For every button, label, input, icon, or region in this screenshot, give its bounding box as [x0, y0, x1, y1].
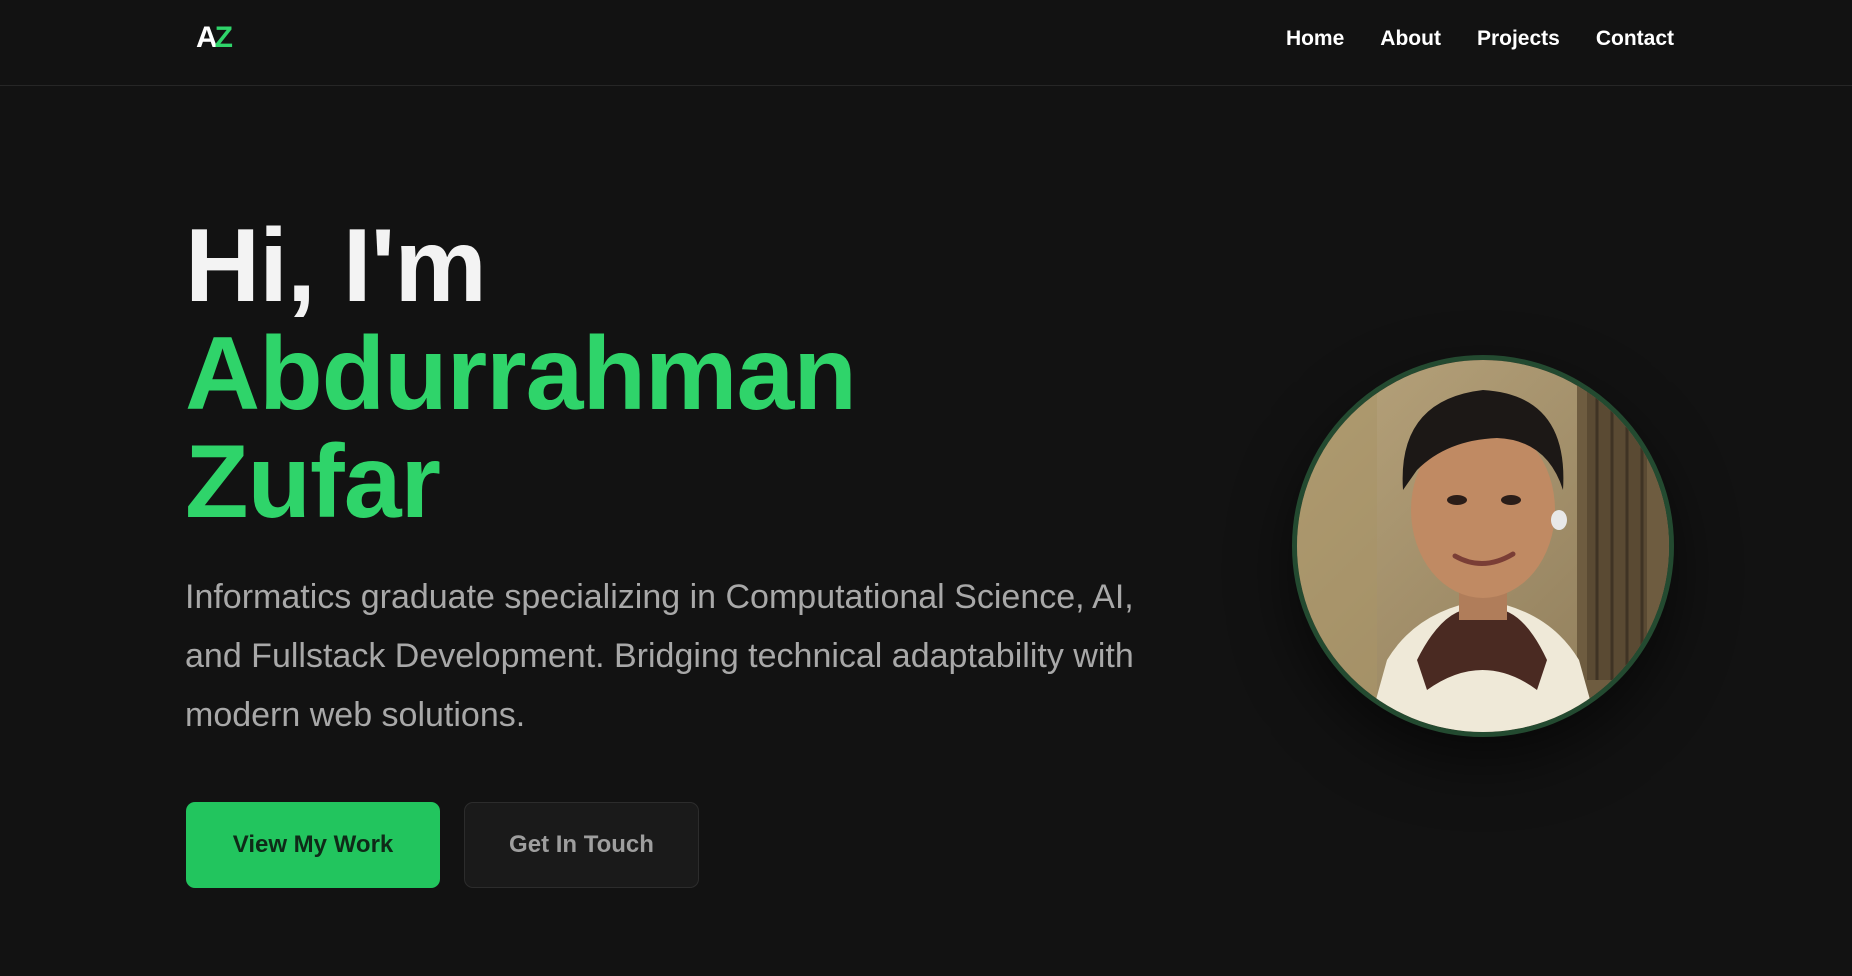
- nav-contact-link[interactable]: Contact: [1596, 24, 1674, 54]
- view-my-work-button[interactable]: View My Work: [186, 802, 440, 888]
- get-in-touch-button[interactable]: Get In Touch: [464, 802, 699, 888]
- logo[interactable]: AZ: [196, 21, 233, 54]
- logo-letter-z: Z: [214, 21, 233, 54]
- nav-links: Home About Projects Contact: [1286, 24, 1674, 54]
- nav-home-link[interactable]: Home: [1286, 24, 1344, 54]
- hero-buttons: View My Work Get In Touch: [186, 802, 699, 888]
- hero-last-name: Zufar: [185, 424, 441, 540]
- profile-photo: [1292, 355, 1674, 737]
- navbar: AZ Home About Projects Contact: [0, 0, 1852, 86]
- hero-subtitle: Informatics graduate specializing in Com…: [185, 578, 1134, 734]
- profile-photo-illustration: [1297, 360, 1669, 732]
- hero-section: Hi, I'm Abdurrahman Zufar: [185, 212, 1185, 536]
- nav-about-link[interactable]: About: [1380, 24, 1441, 54]
- logo-letter-a: A: [196, 21, 218, 54]
- hero-headline: Hi, I'm Abdurrahman Zufar: [185, 212, 1185, 536]
- hero-greeting: Hi, I'm: [185, 208, 487, 324]
- nav-projects-link[interactable]: Projects: [1477, 24, 1560, 54]
- hero-first-name: Abdurrahman: [185, 316, 857, 432]
